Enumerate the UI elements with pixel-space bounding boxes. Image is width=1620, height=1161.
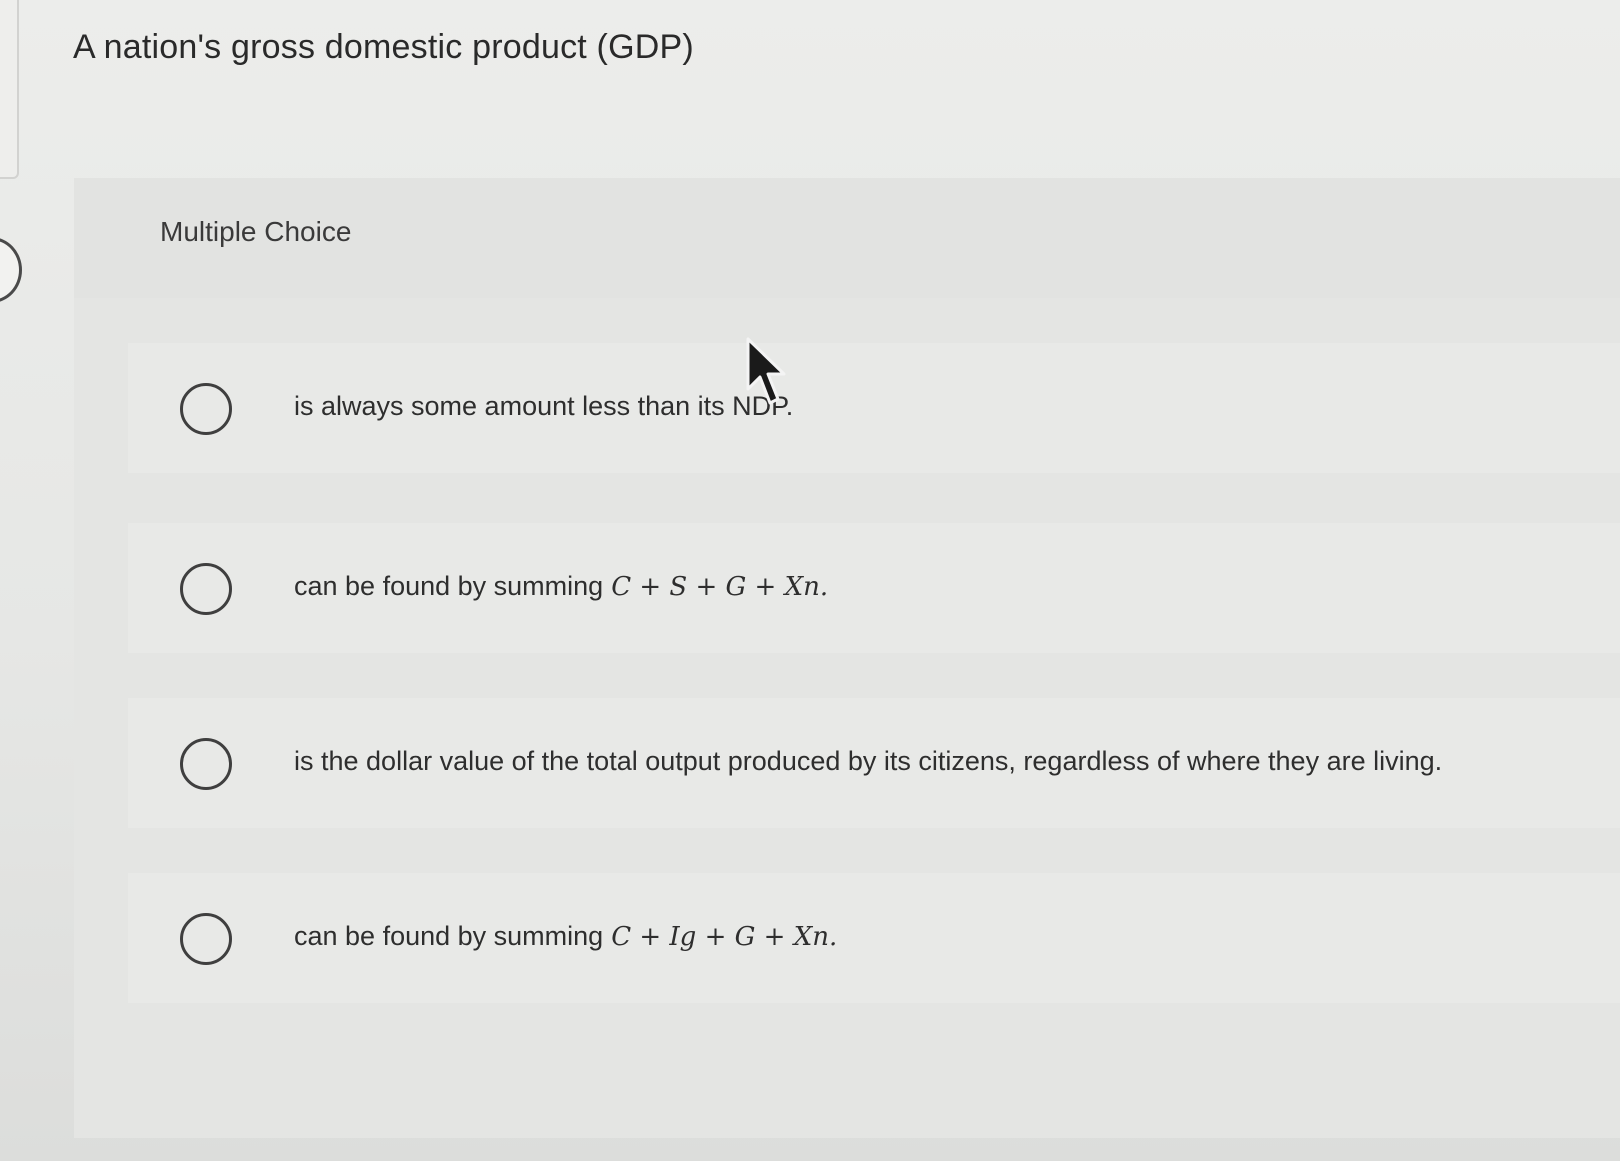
choice-option-label: can be found by summing — [294, 921, 604, 951]
question-text: A nation's gross domestic product (GDP) — [73, 28, 694, 66]
left-panel-edge — [0, 0, 19, 179]
nav-circle-icon[interactable] — [0, 237, 22, 303]
multiple-choice-header: Multiple Choice — [74, 178, 1620, 298]
choice-option-label: is always some amount less than its NDP. — [294, 391, 794, 421]
choice-option-1[interactable]: is always some amount less than its NDP. — [128, 343, 1620, 473]
page: A nation's gross domestic product (GDP) … — [0, 0, 1620, 1161]
radio-button-icon[interactable] — [180, 913, 232, 965]
choice-option-text: can be found by summing C + S + G + Xn. — [294, 571, 828, 602]
radio-button-icon[interactable] — [180, 383, 232, 435]
choice-option-formula: C + S + G + Xn. — [611, 572, 829, 602]
choice-option-3[interactable]: is the dollar value of the total output … — [128, 698, 1620, 828]
multiple-choice-panel: Multiple Choice is always some amount le… — [74, 178, 1620, 1138]
choice-option-text: is always some amount less than its NDP. — [294, 391, 793, 422]
mouse-pointer-icon — [746, 337, 786, 405]
choice-option-4[interactable]: can be found by summing C + Ig + G + Xn. — [128, 873, 1620, 1003]
choice-option-label: is the dollar value of the total output … — [294, 746, 1443, 776]
radio-button-icon[interactable] — [180, 563, 232, 615]
radio-button-icon[interactable] — [180, 738, 232, 790]
choice-option-text: is the dollar value of the total output … — [294, 746, 1442, 777]
multiple-choice-label: Multiple Choice — [160, 216, 352, 247]
choice-option-text: can be found by summing C + Ig + G + Xn. — [294, 921, 837, 952]
choice-option-2[interactable]: can be found by summing C + S + G + Xn. — [128, 523, 1620, 653]
choice-option-label: can be found by summing — [294, 571, 604, 601]
choice-option-formula: C + Ig + G + Xn. — [611, 922, 838, 952]
